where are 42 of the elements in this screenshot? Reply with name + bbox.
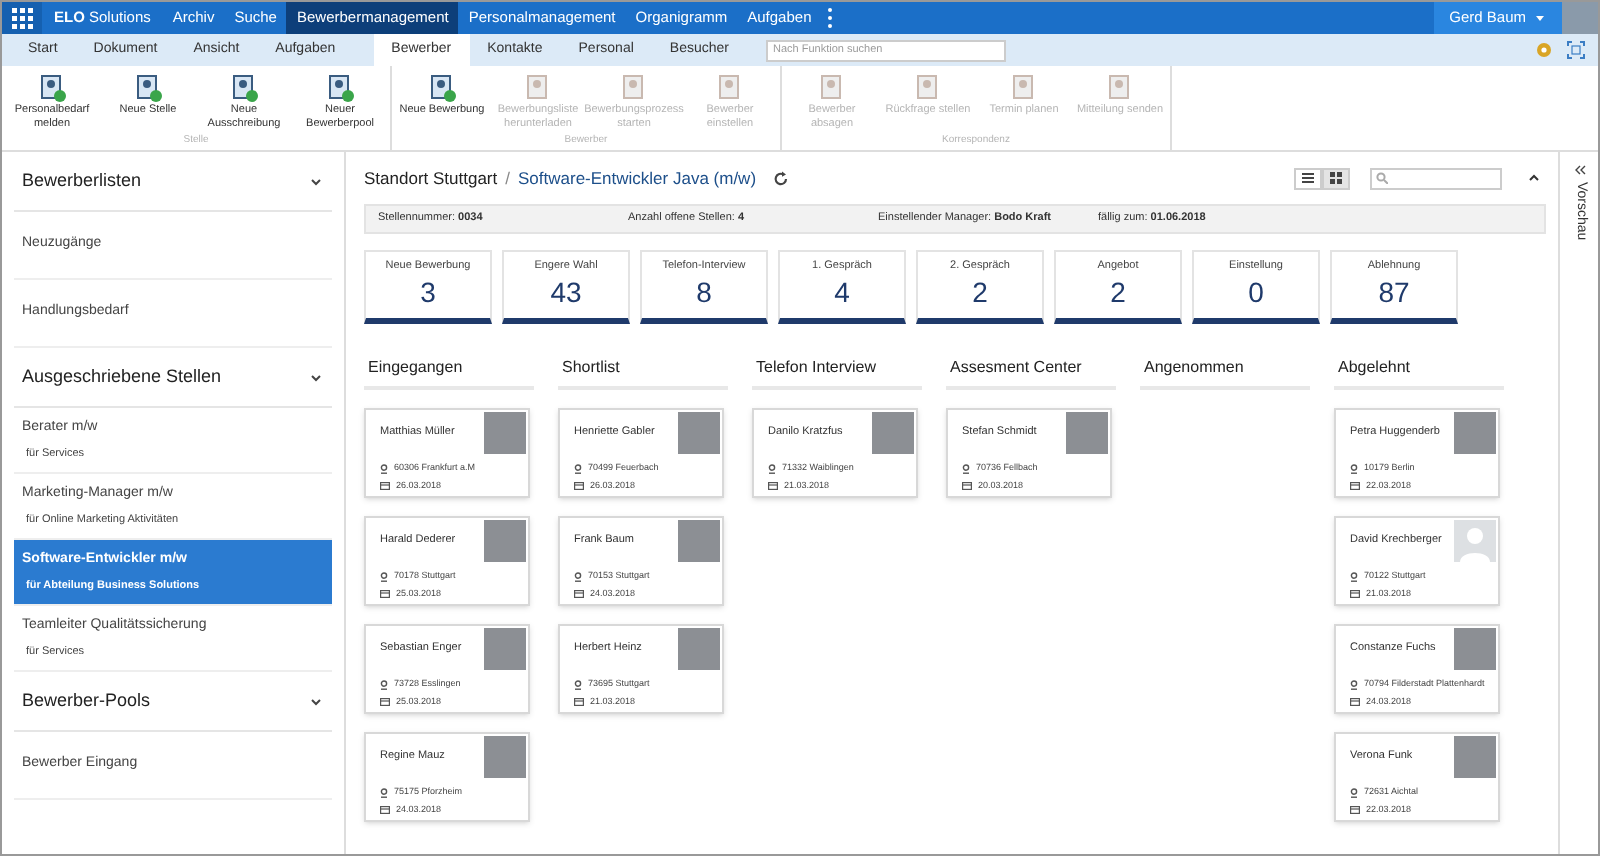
location-pin-icon	[380, 680, 388, 691]
column-header: Eingegangen	[364, 356, 534, 390]
section-header[interactable]: Bewerber-Pools	[14, 672, 332, 732]
column-header: Telefon Interview	[752, 356, 922, 390]
location-pin-icon	[380, 572, 388, 583]
grid-icon	[1330, 172, 1342, 184]
breadcrumb-link[interactable]: Standort Stuttgart	[364, 165, 498, 191]
section-header[interactable]: Ausgeschriebene Stellen	[14, 348, 332, 408]
location-pin-icon	[1350, 572, 1358, 583]
expand-icon[interactable]	[1573, 164, 1585, 176]
column-header: Shortlist	[558, 356, 728, 390]
column-header: Assesment Center	[946, 356, 1116, 390]
list-view-button[interactable]	[1294, 167, 1322, 189]
location-pin-icon	[1350, 788, 1358, 799]
app-grid-icon[interactable]	[2, 2, 42, 34]
avatar-silhouette-icon	[1454, 520, 1496, 562]
chevron-icon	[308, 173, 324, 189]
location-pin-icon	[1350, 464, 1358, 475]
avatar-placeholder	[1562, 2, 1598, 34]
section-header[interactable]: Bewerberlisten	[14, 152, 332, 212]
location-pin-icon	[574, 464, 582, 475]
location-pin-icon	[574, 680, 582, 691]
column-header: Angenommen	[1140, 356, 1310, 390]
location-pin-icon	[380, 464, 388, 475]
chevron-icon	[308, 369, 324, 385]
fullscreen-icon[interactable]	[1566, 40, 1586, 60]
refresh-icon[interactable]	[772, 169, 791, 187]
location-pin-icon	[962, 464, 970, 475]
breadcrumb-separator: /	[505, 165, 510, 191]
location-pin-icon	[574, 572, 582, 583]
column-header: Abgelehnt	[1334, 356, 1504, 390]
location-pin-icon	[1350, 680, 1358, 691]
list-icon	[1302, 172, 1314, 184]
location-pin-icon	[768, 464, 776, 475]
chevron-icon	[308, 693, 324, 709]
collapse-icon[interactable]	[1526, 170, 1542, 186]
grid-view-button[interactable]	[1322, 167, 1350, 189]
breadcrumb-current: Software-Entwickler Java (m/w)	[518, 165, 757, 191]
location-pin-icon	[380, 788, 388, 799]
search-icon	[1376, 172, 1388, 184]
search-field[interactable]	[1370, 167, 1502, 189]
caret-icon	[1534, 12, 1546, 24]
